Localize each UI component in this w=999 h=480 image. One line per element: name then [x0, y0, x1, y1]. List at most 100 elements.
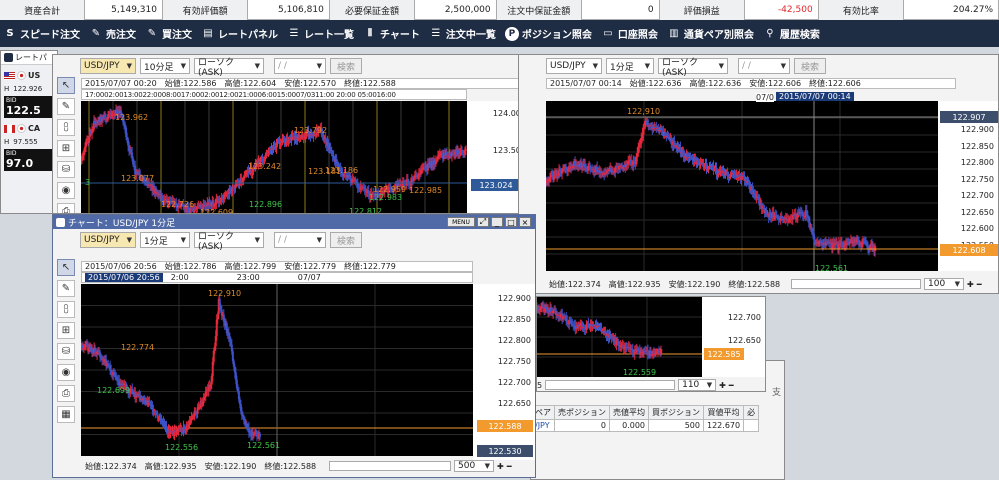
rate-pair-usdjpy[interactable]: US H 122.926 BID 122.5 — [1, 71, 57, 118]
chart-scrollbar[interactable]: 5 110 ▼ ✚ ━ — [537, 378, 765, 391]
draw-line-tool-icon[interactable]: ✎ — [57, 98, 75, 115]
current-price-tag: 122.585 — [704, 348, 744, 360]
price-axis: 122.907 122.900 122.850 122.800 122.750 122.… — [938, 101, 998, 271]
zoom-select[interactable]: 110 ▼ — [678, 379, 717, 391]
column-header[interactable]: 必 — [743, 405, 760, 420]
date-input[interactable]: / / ▼ — [274, 58, 326, 74]
column-header[interactable]: 売ポジション — [554, 405, 610, 420]
rate-pair-cadjpy[interactable]: CA H 97.555 BID 97.0 — [1, 124, 57, 171]
chevron-down-icon: ▼ — [316, 236, 322, 244]
chart-canvas — [537, 297, 702, 377]
window-titlebar[interactable]: チャート：USD/JPY 1分足 MENU ⤢ _ □ × — [53, 215, 535, 229]
chart-plot — [537, 297, 702, 377]
y-tick-label: 122.850 — [960, 141, 994, 151]
toolbar-label: チャート — [380, 30, 420, 41]
zoom-select[interactable]: 500 ▼ — [454, 460, 494, 472]
timeframe-select[interactable]: 1分足 ▼ — [606, 58, 654, 74]
zoom-value: 100 — [928, 279, 946, 289]
timeframe-select[interactable]: 1分足 ▼ — [140, 232, 190, 248]
eye-tool-icon[interactable]: ◉ — [57, 182, 75, 199]
date-input[interactable]: / / ▼ — [274, 232, 326, 248]
pin-icon[interactable]: ⤢ — [477, 217, 489, 227]
low-annotation: 122.561 — [247, 441, 281, 450]
maximize-icon[interactable]: □ — [505, 217, 517, 227]
zoom-out-button[interactable]: ━ — [977, 280, 982, 289]
y-tick-label: 122.700 — [497, 378, 531, 387]
chart-scrollbar[interactable]: 100 ▼ ✚ ━ — [791, 277, 982, 291]
chart-type-value: ローソク(ASK) — [198, 231, 235, 252]
summary-value: 0 — [582, 0, 660, 20]
zoom-in-button[interactable]: ✚ — [967, 280, 974, 289]
search-button[interactable]: 検索 — [330, 232, 363, 248]
symbol-select[interactable]: USD/JPY ▼ — [80, 232, 136, 248]
table-tool-icon[interactable]: ▦ — [57, 406, 75, 423]
rate-panel-button[interactable]: ▤ レートパネル — [201, 26, 278, 41]
scroll-track[interactable] — [545, 380, 676, 390]
history-search-button[interactable]: ⚲ 履歴検索 — [763, 26, 820, 41]
pattern-tool-icon[interactable]: ⛁ — [57, 343, 75, 360]
candle-body — [873, 245, 877, 252]
oscillator-tool-icon[interactable]: ⊞ — [57, 140, 75, 157]
bid-label: BID — [6, 150, 17, 157]
low-annotation: 122.559 — [623, 368, 657, 377]
period-high: 高値:122.935 — [608, 280, 661, 289]
date-input[interactable]: / / ▼ — [738, 58, 790, 74]
indicator-tool-icon[interactable]: ⩉ — [57, 119, 75, 136]
summary-label: 注文中保証金額 — [496, 0, 582, 20]
symbol-select[interactable]: USD/JPY ▼ — [546, 58, 602, 74]
position-table: ペア 売ポジション 売値平均 買ポジション 買値平均必 /JPY 0 0.000 500 122… — [531, 405, 760, 432]
sell-order-button[interactable]: ✎ 売注文 — [89, 26, 136, 41]
position-inquiry-button[interactable]: P ポジション照会 — [504, 26, 592, 41]
bid-box[interactable]: BID 97.0 — [4, 149, 54, 171]
chevron-down-icon: ▼ — [780, 62, 786, 70]
close-icon[interactable]: × — [519, 217, 531, 227]
scroll-track[interactable] — [329, 461, 451, 471]
order-list-button[interactable]: ☰ 注文中一覧 — [429, 26, 495, 41]
speed-order-button[interactable]: S スピード注文 — [3, 26, 80, 41]
zoom-out-button[interactable]: ━ — [729, 381, 734, 390]
buy-order-button[interactable]: ✎ 買注文 — [145, 26, 192, 41]
price-annotation: 123.181 — [308, 167, 342, 176]
symbol-select[interactable]: USD/JPY ▼ — [80, 58, 136, 74]
rate-list-button[interactable]: ☰ レート一覧 — [287, 26, 354, 41]
scroll-track[interactable] — [791, 279, 921, 289]
print-tool-icon[interactable]: ⎙ — [57, 385, 75, 402]
search-button[interactable]: 検索 — [330, 58, 363, 74]
menu-button[interactable]: MENU — [447, 217, 475, 227]
cursor-tool-icon[interactable]: ↖ — [57, 259, 75, 276]
search-button[interactable]: 検索 — [794, 58, 827, 74]
y-tick-label: 122.750 — [497, 357, 531, 366]
us-flag-icon — [4, 71, 15, 80]
zoom-out-button[interactable]: ━ — [507, 462, 512, 471]
print-tool-icon[interactable]: ⎙ — [57, 203, 75, 213]
chart-scrollbar[interactable]: 500 ▼ ✚ ━ — [329, 459, 512, 473]
pair-inquiry-button[interactable]: ▥ 通貨ペア別照会 — [667, 26, 754, 41]
info-open: 始値:122.636 — [629, 79, 682, 88]
chart-type-select[interactable]: ローソク(ASK) ▼ — [658, 58, 728, 78]
oscillator-tool-icon[interactable]: ⊞ — [57, 322, 75, 339]
zoom-in-button[interactable]: ✚ — [497, 462, 504, 471]
column-header[interactable]: 買値平均 — [702, 405, 745, 420]
minimize-icon[interactable]: _ — [491, 217, 503, 227]
table-row[interactable]: /JPY 0 0.000 500 122.670 — [531, 419, 760, 432]
account-inquiry-button[interactable]: ▭ 口座照会 — [601, 26, 658, 41]
zoom-in-button[interactable]: ✚ — [719, 381, 726, 390]
cursor-tool-icon[interactable]: ↖ — [57, 77, 75, 94]
timeframe-select[interactable]: 10分足 ▼ — [140, 58, 190, 74]
eye-tool-icon[interactable]: ◉ — [57, 364, 75, 381]
chart-type-select[interactable]: ローソク(ASK) ▼ — [194, 232, 264, 252]
pattern-tool-icon[interactable]: ⛁ — [57, 161, 75, 178]
chart-window-d: 122.700 122.650 122.585 122.559 5 110 ▼ ✚… — [536, 296, 766, 392]
indicator-tool-icon[interactable]: ⩉ — [57, 301, 75, 318]
column-header[interactable]: 買ポジション — [648, 405, 704, 420]
zoom-select[interactable]: 100 ▼ — [924, 278, 964, 290]
info-date: 2015/07/07 00:14 — [550, 79, 622, 88]
history-search-icon: ⚲ — [766, 28, 774, 39]
chart-canvas — [81, 284, 473, 456]
draw-line-tool-icon[interactable]: ✎ — [57, 280, 75, 297]
chart-button[interactable]: ⫴ チャート — [363, 26, 420, 41]
info-date: 2015/07/06 20:56 — [85, 262, 157, 271]
column-header[interactable]: 売値平均 — [609, 405, 649, 420]
bid-box[interactable]: BID 122.5 — [4, 96, 54, 118]
chart-type-select[interactable]: ローソク(ASK) ▼ — [194, 58, 264, 78]
